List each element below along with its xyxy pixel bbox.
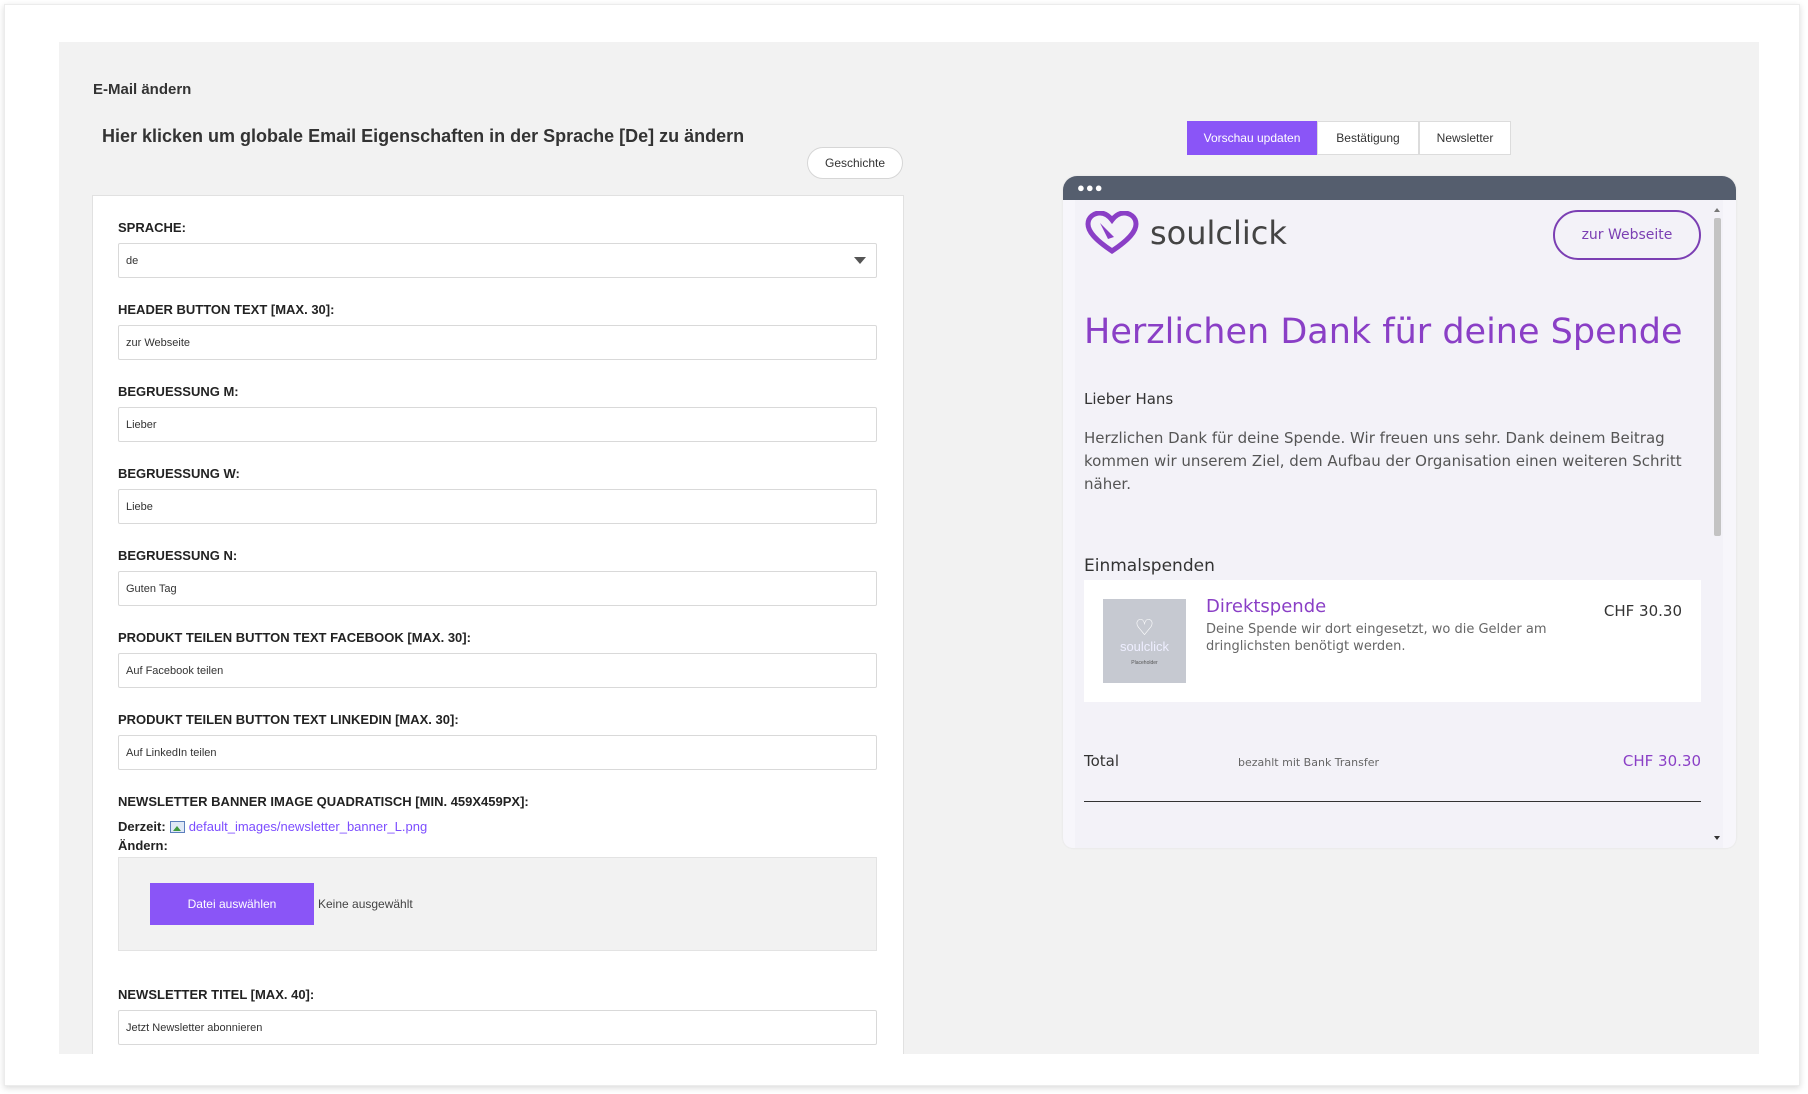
website-button[interactable]: zur Webseite [1553,210,1701,260]
greeting-n-label: BEGRUESSUNG N: [118,548,238,563]
newsletter-title-input[interactable]: Jetzt Newsletter abonnieren [118,1010,877,1045]
tab-confirmation[interactable]: Bestätigung [1317,121,1419,155]
tab-update-preview[interactable]: Vorschau updaten [1187,121,1317,155]
global-email-settings-link[interactable]: Hier klicken um globale Email Eigenschaf… [102,126,744,147]
image-icon [169,820,185,833]
scroll-thumb[interactable] [1714,218,1721,536]
caret-down-icon [854,257,866,264]
preview-window-bar: ●●● [1063,176,1736,200]
newsletter-title-label: NEWSLETTER TITEL [MAX. 40]: [118,987,315,1002]
item-price: CHF 30.30 [1603,602,1682,620]
share-linkedin-label: PRODUKT TEILEN BUTTON TEXT LINKEDIN [MAX… [118,712,459,727]
choose-file-button[interactable]: Datei auswählen [150,883,314,925]
section-title: Einmalspenden [1084,556,1215,576]
email-greeting: Lieber Hans [1084,390,1174,408]
main-canvas: E-Mail ändern Hier klicken um globale Em… [59,42,1759,1054]
current-file-line: Derzeit: default_images/newsletter_banne… [118,819,427,834]
app-frame: E-Mail ändern Hier klicken um globale Em… [4,4,1800,1086]
greeting-w-input[interactable]: Liebe [118,489,877,524]
greeting-n-input[interactable]: Guten Tag [118,571,877,606]
donation-item: ♡ soulclick Placeholder Direktspende Dei… [1084,580,1701,702]
greeting-m-label: BEGRUESSUNG M: [118,384,239,399]
scroll-up-arrow-icon[interactable] [1714,208,1720,212]
item-description: Deine Spende wir dort eingesetzt, wo die… [1206,622,1547,654]
page-title: E-Mail ändern [93,81,192,98]
file-upload-area: Datei auswählen Keine ausgewählt [118,857,877,951]
item-name: Direktspende [1206,596,1327,617]
no-file-selected-text: Keine ausgewählt [318,897,413,911]
newsletter-banner-label: NEWSLETTER BANNER IMAGE QUADRATISCH [MIN… [118,794,529,809]
email-title: Herzlichen Dank für deine Spende [1084,312,1683,352]
placeholder-brand: soulclick [1119,638,1170,654]
preview-tabs: Vorschau updaten Bestätigung Newsletter [1187,121,1511,155]
history-button[interactable]: Geschichte [807,147,903,179]
header-button-text-label: HEADER BUTTON TEXT [MAX. 30]: [118,302,335,317]
tab-newsletter[interactable]: Newsletter [1419,121,1511,155]
item-placeholder-image: ♡ soulclick Placeholder [1103,599,1186,683]
window-dots-icon: ●●● [1077,180,1104,195]
share-facebook-label: PRODUKT TEILEN BUTTON TEXT FACEBOOK [MAX… [118,630,471,645]
total-amount: CHF 30.30 [1622,752,1701,770]
placeholder-caption: Placeholder [1131,659,1158,666]
email-body-text: Herzlichen Dank für deine Spende. Wir fr… [1084,429,1682,493]
greeting-w-label: BEGRUESSUNG W: [118,466,240,481]
share-facebook-input[interactable]: Auf Facebook teilen [118,653,877,688]
header-button-text-input[interactable]: zur Webseite [118,325,877,360]
share-linkedin-input[interactable]: Auf LinkedIn teilen [118,735,877,770]
email-form: SPRACHE: de HEADER BUTTON TEXT [MAX. 30]… [92,195,904,1054]
total-label: Total [1084,752,1120,770]
preview-scrollbar[interactable] [1711,206,1723,848]
current-file-link[interactable]: default_images/newsletter_banner_L.png [189,819,428,834]
email-body: soulclick zur Webseite Herzlichen Dank f… [1075,200,1723,848]
payment-method: bezahlt mit Bank Transfer [1238,756,1380,769]
language-select[interactable]: de [118,243,877,278]
soulclick-logo: soulclick [1084,211,1287,255]
heart-logo-icon [1085,211,1139,255]
greeting-m-input[interactable]: Lieber [118,407,877,442]
total-divider [1084,801,1701,802]
current-file-label: Derzeit: [118,819,166,834]
scroll-down-arrow-icon[interactable] [1714,836,1720,840]
heart-icon: ♡ [1134,614,1155,640]
email-preview: ●●● soulclick zur Webseite Herzlichen Da… [1063,176,1736,848]
language-label: SPRACHE: [118,220,186,235]
brand-name: soulclick [1150,214,1287,252]
language-select-value: de [126,254,139,267]
change-file-label: Ändern: [118,838,168,853]
